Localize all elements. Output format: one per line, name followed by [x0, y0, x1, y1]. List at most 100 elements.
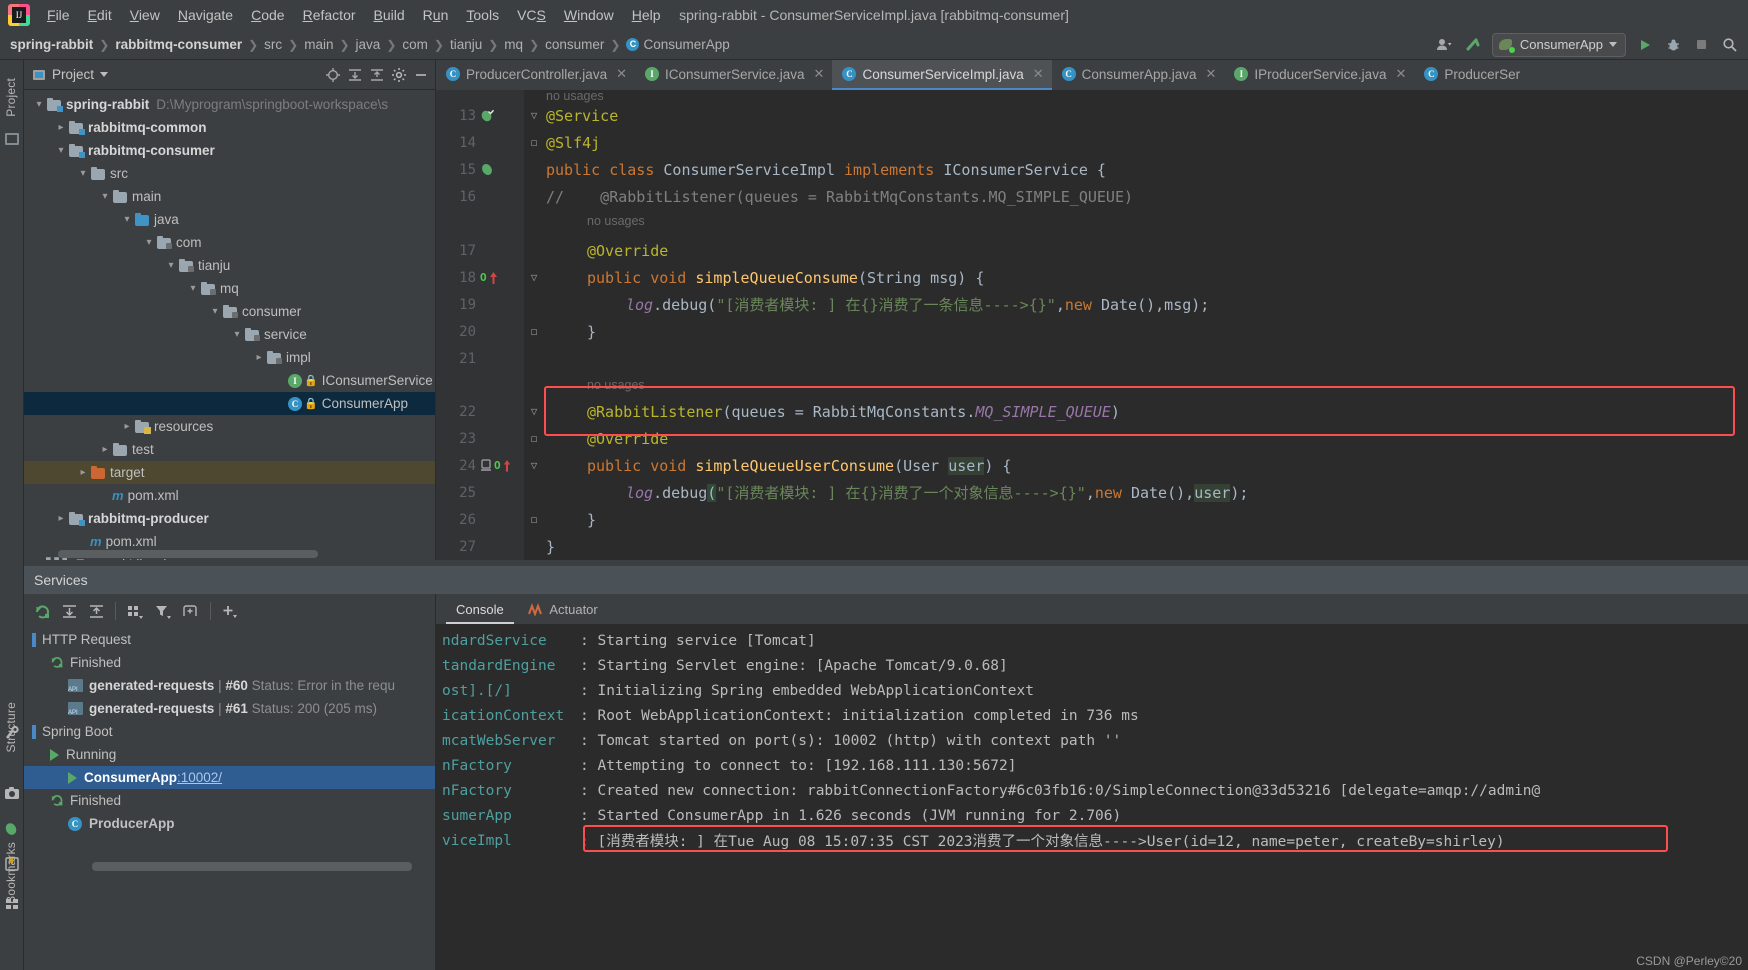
editor-tab-consumerapp[interactable]: C ConsumerApp.java ✕ — [1052, 60, 1225, 90]
chevron-right-icon[interactable] — [54, 513, 68, 524]
breadcrumb-item-4[interactable]: java — [356, 37, 381, 52]
close-icon[interactable]: ✕ — [616, 66, 627, 82]
tree-node-rabbitmq-common[interactable]: rabbitmq-common — [24, 116, 435, 139]
filter-icon[interactable] — [154, 603, 172, 620]
services-tree-horizontal-scrollbar[interactable] — [92, 862, 412, 871]
fold-marker[interactable]: ▽ — [522, 109, 546, 122]
breadcrumb-item-7[interactable]: mq — [504, 37, 523, 52]
menu-view[interactable]: View — [121, 4, 169, 26]
menu-help[interactable]: Help — [623, 4, 670, 26]
add-tab-icon[interactable] — [182, 603, 200, 620]
tree-node-main[interactable]: main — [24, 185, 435, 208]
tool-window-button-project[interactable]: Project — [4, 78, 18, 117]
menu-code[interactable]: Code — [242, 4, 293, 26]
tree-node-java[interactable]: java — [24, 208, 435, 231]
grid-icon[interactable] — [4, 896, 20, 912]
chevron-down-icon[interactable] — [54, 145, 68, 156]
bookmarks-icon[interactable] — [4, 856, 20, 872]
menu-edit[interactable]: Edit — [79, 4, 121, 26]
menu-build[interactable]: Build — [365, 4, 414, 26]
tool-window-button-bookmarks[interactable]: Bookmarks — [4, 842, 18, 904]
menu-refactor[interactable]: Refactor — [294, 4, 365, 26]
fold-marker[interactable]: ▽ — [522, 271, 546, 284]
chevron-down-icon[interactable] — [230, 329, 244, 340]
stop-icon[interactable] — [1688, 33, 1714, 57]
tab-actuator[interactable]: Actuator — [518, 598, 608, 624]
menu-tools[interactable]: Tools — [457, 4, 508, 26]
menu-file[interactable]: File — [38, 4, 79, 26]
service-status-running[interactable]: Running — [24, 743, 435, 766]
editor-tab-iconsumerservice[interactable]: I IConsumerService.java ✕ — [635, 60, 832, 90]
tab-console[interactable]: Console — [446, 598, 514, 624]
tree-node-com[interactable]: com — [24, 231, 435, 254]
collapse-all-icon[interactable] — [369, 67, 385, 83]
breadcrumb-item-6[interactable]: tianju — [450, 37, 482, 52]
bean-check-icon[interactable] — [476, 108, 522, 123]
run-configuration-selector[interactable]: ConsumerApp — [1491, 32, 1626, 57]
chevron-down-icon[interactable] — [32, 99, 46, 110]
chevron-right-icon[interactable] — [98, 444, 112, 455]
chevron-right-icon[interactable] — [120, 421, 134, 432]
editor-tab-producerservice[interactable]: C ProducerSer — [1414, 60, 1528, 90]
breadcrumb-item-2[interactable]: src — [264, 37, 282, 52]
editor-tab-producercontroller[interactable]: C ProducerController.java ✕ — [436, 60, 635, 90]
chevron-down-icon[interactable] — [142, 237, 156, 248]
fold-marker[interactable]: ▽ — [522, 459, 546, 472]
tree-node-rabbitmq-consumer[interactable]: rabbitmq-consumer — [24, 139, 435, 162]
project-panel-icon[interactable] — [4, 132, 20, 146]
search-icon[interactable] — [1716, 33, 1742, 57]
tree-node-consumerapp[interactable]: C 🔒 ConsumerApp — [24, 392, 435, 415]
chevron-down-icon[interactable] — [76, 168, 90, 179]
menu-window[interactable]: Window — [555, 4, 623, 26]
breadcrumb-item-last[interactable]: ConsumerApp — [643, 37, 729, 52]
group-by-icon[interactable] — [126, 603, 144, 620]
service-app-consumerapp[interactable]: ConsumerApp :10002/ — [24, 766, 435, 789]
breadcrumb-item-0[interactable]: spring-rabbit — [10, 37, 93, 52]
implemented-method-icon[interactable]: O — [476, 271, 522, 285]
add-service-icon[interactable] — [221, 603, 239, 620]
chevron-right-icon[interactable] — [32, 559, 46, 560]
service-status-finished-http[interactable]: Finished — [24, 651, 435, 674]
spring-icon[interactable] — [4, 821, 20, 837]
tree-node-rabbitmq-producer[interactable]: rabbitmq-producer — [24, 507, 435, 530]
tree-node-pom-consumer[interactable]: m pom.xml — [24, 484, 435, 507]
service-app-producerapp[interactable]: C ProducerApp — [24, 812, 435, 835]
menu-run[interactable]: Run — [414, 4, 458, 26]
menu-vcs[interactable]: VCS — [508, 4, 555, 26]
editor-tab-consumerserviceimpl[interactable]: C ConsumerServiceImpl.java ✕ — [832, 60, 1052, 90]
collapse-all-icon[interactable] — [88, 603, 105, 620]
breadcrumb-item-8[interactable]: consumer — [545, 37, 604, 52]
tree-node-test[interactable]: test — [24, 438, 435, 461]
expand-all-icon[interactable] — [61, 603, 78, 620]
fold-marker[interactable]: ◻ — [522, 432, 546, 445]
service-app-link[interactable]: :10002/ — [177, 770, 222, 785]
user-account-icon[interactable] — [1432, 33, 1458, 57]
tree-node-service[interactable]: service — [24, 323, 435, 346]
fold-marker[interactable]: ▽ — [522, 405, 546, 418]
breadcrumb-item-1[interactable]: rabbitmq-consumer — [115, 37, 242, 52]
camera-icon[interactable] — [4, 786, 20, 800]
tree-node-resources[interactable]: resources — [24, 415, 435, 438]
tree-node-target[interactable]: target — [24, 461, 435, 484]
service-request-61[interactable]: generated-requests | #61 Status: 200 (20… — [24, 697, 435, 720]
close-icon[interactable]: ✕ — [814, 66, 825, 82]
expand-all-icon[interactable] — [347, 67, 363, 83]
menu-navigate[interactable]: Navigate — [169, 4, 242, 26]
chevron-down-icon[interactable] — [120, 214, 134, 225]
bean-icon[interactable] — [476, 162, 522, 177]
code-editor[interactable]: no usages 13 ▽ @Service 14 ◻ @Slf4j 15 p… — [436, 90, 1748, 560]
chevron-down-icon[interactable] — [100, 72, 109, 77]
tree-node-impl[interactable]: impl — [24, 346, 435, 369]
hide-icon[interactable] — [413, 67, 429, 83]
breadcrumb-item-3[interactable]: main — [304, 37, 333, 52]
tree-node-consumer[interactable]: consumer — [24, 300, 435, 323]
chevron-right-icon[interactable] — [252, 352, 266, 363]
service-status-finished-boot[interactable]: Finished — [24, 789, 435, 812]
breadcrumb-item-5[interactable]: com — [402, 37, 428, 52]
services-panel-icon[interactable] — [4, 726, 20, 742]
chevron-down-icon[interactable] — [208, 306, 222, 317]
chevron-right-icon[interactable] — [54, 122, 68, 133]
fold-marker[interactable]: ◻ — [522, 136, 546, 149]
tree-node-mq[interactable]: mq — [24, 277, 435, 300]
service-group-spring-boot[interactable]: Spring Boot — [24, 720, 435, 743]
